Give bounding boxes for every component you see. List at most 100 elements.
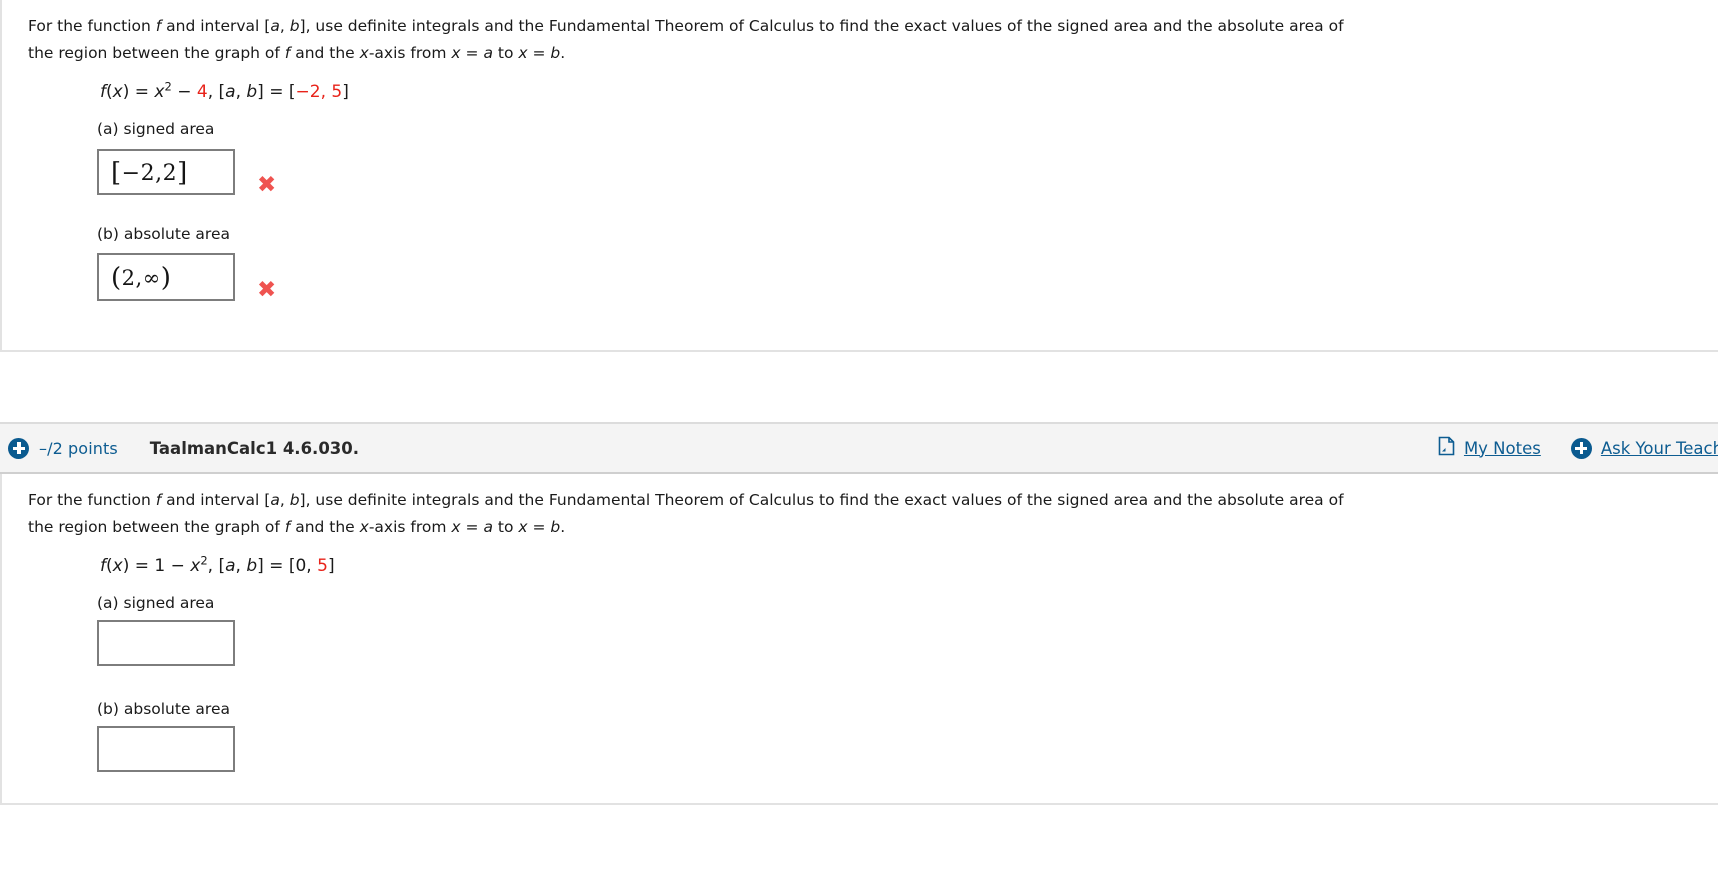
symbol-a: a xyxy=(483,518,493,536)
prompt-text: = xyxy=(460,44,484,62)
prompt-text: ], use definite integrals and the Fundam… xyxy=(299,17,1344,35)
prompt-text: to xyxy=(492,518,519,536)
eq-open-paren: ( xyxy=(106,82,113,102)
eq-equals: = xyxy=(129,82,155,102)
symbol-b: b xyxy=(289,17,300,35)
problem-2-prompt: For the function f and interval [a, b], … xyxy=(2,474,1646,541)
problem-2-equation: f(x) = 1 − x2, [a, b] = [0, 5] xyxy=(2,554,1718,578)
eq-interval-comma: , xyxy=(235,556,247,576)
problem-2-part-b-label: (b) absolute area xyxy=(97,700,230,718)
question-title: TaalmanCalc1 4.6.030. xyxy=(149,438,360,458)
symbol-a: a xyxy=(270,17,280,35)
problem-1: For the function f and interval [a, b], … xyxy=(0,0,1718,352)
symbol-x: x xyxy=(451,44,461,62)
answer-input-2a[interactable] xyxy=(97,620,235,666)
symbol-a: a xyxy=(483,44,493,62)
prompt-text: the region between the graph of xyxy=(28,518,285,536)
eq-interval-mid: , xyxy=(320,82,332,102)
my-notes-label: My Notes xyxy=(1463,438,1541,458)
answer-inner: 2,∞ xyxy=(121,265,161,290)
eq-open-paren: ( xyxy=(106,556,113,576)
prompt-text: and interval [ xyxy=(161,17,271,35)
symbol-b: b xyxy=(550,518,561,536)
eq-constant: 4 xyxy=(196,82,208,102)
prompt-text: to xyxy=(492,44,519,62)
ask-your-teacher-label: Ask Your Teacher xyxy=(1600,438,1718,458)
problem-1-part-b-label: (b) absolute area xyxy=(97,225,230,243)
eq-comma: , [ xyxy=(207,556,226,576)
ask-your-teacher-link[interactable]: Ask Your Teacher xyxy=(1570,437,1718,459)
eq-base: x xyxy=(154,82,165,102)
problem-2-header: –/2 points TaalmanCalc1 4.6.030. My Note… xyxy=(0,422,1718,474)
eq-interval-b: b xyxy=(246,556,258,576)
answer-value-1b: (2,∞) xyxy=(111,262,172,293)
note-icon xyxy=(1438,436,1455,460)
header-right-group: My Notes Ask Your Teacher xyxy=(1408,424,1718,472)
eq-interval-upper: 5 xyxy=(331,82,343,102)
paren-open: ( xyxy=(111,262,122,293)
problem-1-part-a-label: (a) signed area xyxy=(97,120,215,138)
problem-1-body: For the function f and interval [a, b], … xyxy=(0,0,1718,352)
prompt-text: . xyxy=(560,44,566,62)
prompt-text: = xyxy=(527,518,551,536)
prompt-text: For the function xyxy=(28,17,156,35)
prompt-text: and the xyxy=(290,44,360,62)
eq-minus: − xyxy=(171,82,197,102)
eq-interval-b: b xyxy=(246,82,258,102)
prompt-text: = xyxy=(460,518,484,536)
symbol-x: x xyxy=(359,44,369,62)
prompt-text: -axis from xyxy=(368,44,452,62)
prompt-text: , xyxy=(279,491,290,509)
answer-value-1a: [−2,2] xyxy=(111,157,188,188)
problem-1-part-a-row: [−2,2] ✖ xyxy=(2,146,1718,197)
prompt-text: the region between the graph of xyxy=(28,44,285,62)
eq-base: x xyxy=(190,556,201,576)
eq-interval-lower: −2 xyxy=(295,82,321,102)
prompt-text: -axis from xyxy=(368,518,452,536)
eq-interval-a: a xyxy=(225,556,236,576)
plus-circle-icon xyxy=(1570,437,1592,459)
my-notes-link[interactable]: My Notes xyxy=(1438,436,1541,460)
symbol-x: x xyxy=(359,518,369,536)
eq-exponent: 2 xyxy=(200,553,208,568)
problem-2-part-b-row xyxy=(2,726,1718,772)
plus-circle-icon[interactable] xyxy=(8,437,29,459)
incorrect-icon-1a: ✖ xyxy=(257,172,277,198)
symbol-b: b xyxy=(550,44,561,62)
eq-interval-comma: , xyxy=(235,82,247,102)
answer-input-1a[interactable]: [−2,2] xyxy=(97,148,235,195)
problem-2-body: For the function f and interval [a, b], … xyxy=(0,474,1718,805)
problem-2: –/2 points TaalmanCalc1 4.6.030. My Note… xyxy=(0,422,1718,805)
prompt-text: = xyxy=(527,44,551,62)
eq-exponent: 2 xyxy=(164,79,172,94)
problem-1-part-b-row: (2,∞) ✖ xyxy=(2,251,1718,302)
prompt-text: . xyxy=(560,518,566,536)
prompt-text: ], use definite integrals and the Fundam… xyxy=(299,491,1344,509)
answer-input-1b[interactable]: (2,∞) xyxy=(97,252,235,301)
header-left-group: –/2 points TaalmanCalc1 4.6.030. xyxy=(0,437,360,459)
eq-equals2: ] = [ xyxy=(257,556,296,576)
symbol-x: x xyxy=(518,44,528,62)
symbol-a: a xyxy=(270,491,280,509)
symbol-b: b xyxy=(289,491,300,509)
incorrect-icon-1b: ✖ xyxy=(257,277,277,303)
eq-interval-upper: 5 xyxy=(317,556,328,576)
eq-equals2: ] = [ xyxy=(257,82,296,102)
symbol-x: x xyxy=(451,518,461,536)
paren-close: ) xyxy=(160,262,172,293)
bracket-close: ] xyxy=(177,157,188,188)
answer-inner: −2,2 xyxy=(121,160,178,186)
answer-input-2b[interactable] xyxy=(97,726,235,772)
eq-comma: , [ xyxy=(207,82,226,102)
eq-interval-lower: 0 xyxy=(295,556,307,576)
eq-var: x xyxy=(112,82,123,102)
problem-1-equation: f(x) = x2 − 4, [a, b] = [−2, 5] xyxy=(2,80,1718,104)
prompt-text: and the xyxy=(290,518,360,536)
problem-1-prompt: For the function f and interval [a, b], … xyxy=(2,0,1646,67)
prompt-text: , xyxy=(279,17,290,35)
prompt-text: For the function xyxy=(28,491,156,509)
section-gap xyxy=(0,352,1718,422)
problem-2-part-a-label: (a) signed area xyxy=(97,594,215,612)
eq-equals: = 1 − xyxy=(129,556,191,576)
eq-interval-a: a xyxy=(225,82,236,102)
